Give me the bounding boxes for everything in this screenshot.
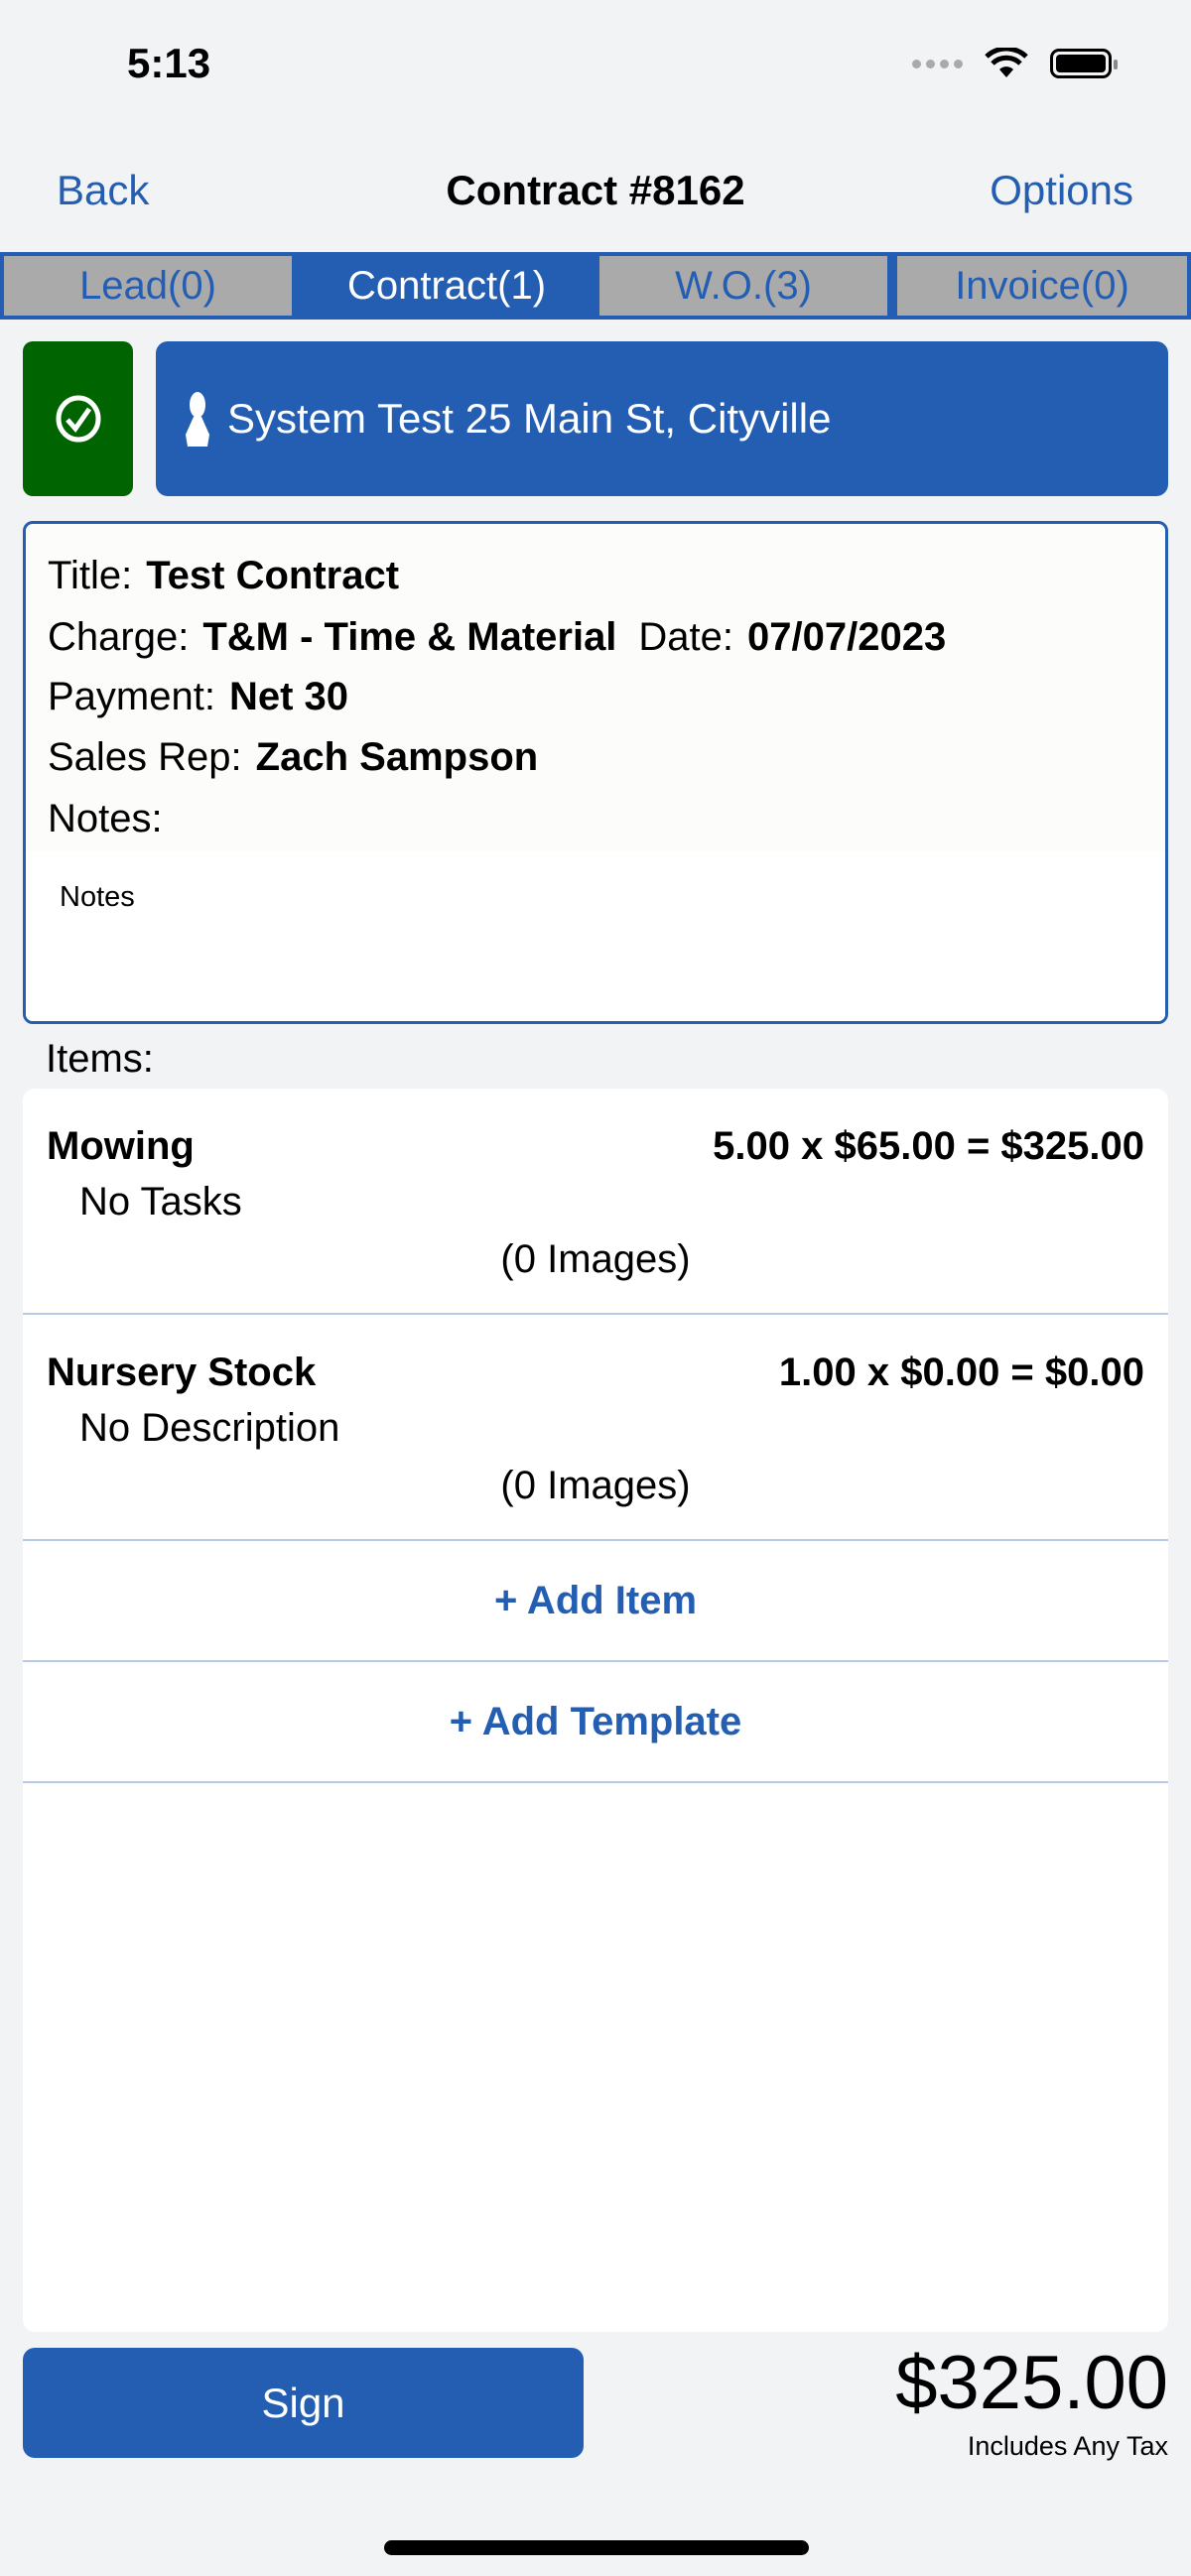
status-time: 5:13: [127, 40, 211, 86]
add-item-button[interactable]: + Add Item: [23, 1541, 1168, 1662]
item-subtext: No Description: [79, 1406, 340, 1450]
signal-icon: [912, 59, 963, 68]
sales-rep-value: Zach Sampson: [255, 735, 539, 779]
notes-text: Notes: [60, 881, 135, 913]
item-name: Nursery Stock: [47, 1351, 317, 1394]
sales-rep-label: Sales Rep:: [48, 735, 242, 779]
item-images[interactable]: (0 Images): [23, 1237, 1168, 1282]
tab-bar: Lead(0) Contract(1) W.O.(3) Invoice(0): [0, 252, 1191, 320]
home-indicator[interactable]: [384, 2540, 809, 2555]
wifi-icon: [985, 48, 1028, 77]
check-circle-icon: [56, 395, 100, 443]
customer-button[interactable]: System Test 25 Main St, Cityville: [156, 341, 1168, 496]
add-template-button[interactable]: + Add Template: [23, 1662, 1168, 1783]
sign-button[interactable]: Sign: [23, 2348, 584, 2458]
total-amount: $325.00: [895, 2341, 1168, 2425]
list-item[interactable]: Mowing 5.00 x $65.00 = $325.00 No Tasks …: [23, 1089, 1168, 1315]
person-icon: [186, 392, 209, 447]
items-list: Mowing 5.00 x $65.00 = $325.00 No Tasks …: [23, 1089, 1168, 2332]
items-label: Items:: [46, 1037, 154, 1081]
customer-label: System Test 25 Main St, Cityville: [227, 395, 832, 442]
date-value: 07/07/2023: [747, 615, 947, 659]
list-item[interactable]: Nursery Stock 1.00 x $0.00 = $0.00 No De…: [23, 1315, 1168, 1541]
charge-label: Charge:: [48, 615, 190, 659]
date-label: Date:: [638, 615, 734, 659]
charge-value: T&M - Time & Material: [202, 615, 617, 659]
payment-label: Payment:: [48, 675, 215, 718]
item-images[interactable]: (0 Images): [23, 1464, 1168, 1508]
item-calc: 1.00 x $0.00 = $0.00: [778, 1351, 1144, 1394]
status-icons: [912, 48, 1118, 79]
notes-label: Notes:: [48, 797, 163, 840]
tab-lead[interactable]: Lead(0): [4, 256, 292, 316]
title-label: Title:: [48, 554, 133, 597]
options-button[interactable]: Options: [990, 167, 1133, 214]
item-calc: 5.00 x $65.00 = $325.00: [713, 1124, 1144, 1168]
tab-work-orders[interactable]: W.O.(3): [599, 256, 887, 316]
tab-contract[interactable]: Contract(1): [294, 256, 599, 316]
item-subtext: No Tasks: [79, 1180, 242, 1224]
contract-details: Title: Test Contract Charge: T&M - Time & …: [23, 521, 1168, 1024]
approve-button[interactable]: [23, 341, 133, 496]
item-name: Mowing: [47, 1124, 195, 1168]
battery-icon: [1050, 49, 1118, 78]
tab-invoice[interactable]: Invoice(0): [897, 256, 1187, 316]
title-value: Test Contract: [146, 554, 400, 597]
payment-value: Net 30: [228, 675, 349, 718]
notes-field[interactable]: Notes: [26, 851, 1165, 1021]
tax-note: Includes Any Tax: [967, 2431, 1168, 2461]
